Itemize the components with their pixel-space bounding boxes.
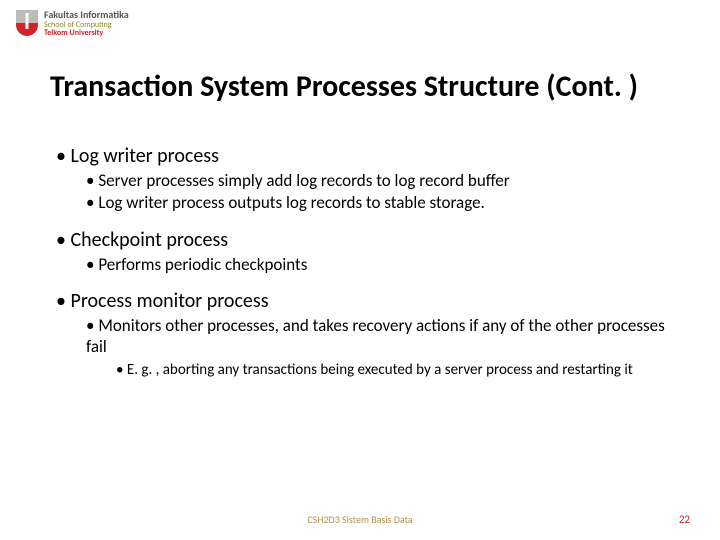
section-heading: Checkpoint process — [56, 228, 680, 252]
university-logo: Fakultas Informatika School of Computing… — [16, 10, 129, 37]
section-heading: Process monitor process — [56, 289, 680, 313]
logo-text: Fakultas Informatika School of Computing… — [44, 10, 129, 37]
list-item: Performs periodic checkpoints — [86, 254, 680, 275]
logo-faculty: Fakultas Informatika — [44, 10, 129, 21]
list-item: Server processes simply add log records … — [86, 170, 680, 191]
footer-course-code: CSH2D3 Sistem Basis Data — [0, 513, 720, 526]
shield-icon — [16, 10, 38, 36]
list-subitem: E. g. , aborting any transactions being … — [116, 361, 680, 380]
list-item: Monitors other processes, and takes reco… — [86, 315, 680, 358]
section-heading: Log writer process — [56, 144, 680, 168]
slide-body: Log writer process Server processes simp… — [56, 138, 680, 380]
list-item: Log writer process outputs log records t… — [86, 192, 680, 213]
logo-university: Telkom University — [44, 29, 129, 37]
page-number: 22 — [679, 513, 690, 526]
slide-title: Transaction System Processes Structure (… — [50, 68, 710, 105]
